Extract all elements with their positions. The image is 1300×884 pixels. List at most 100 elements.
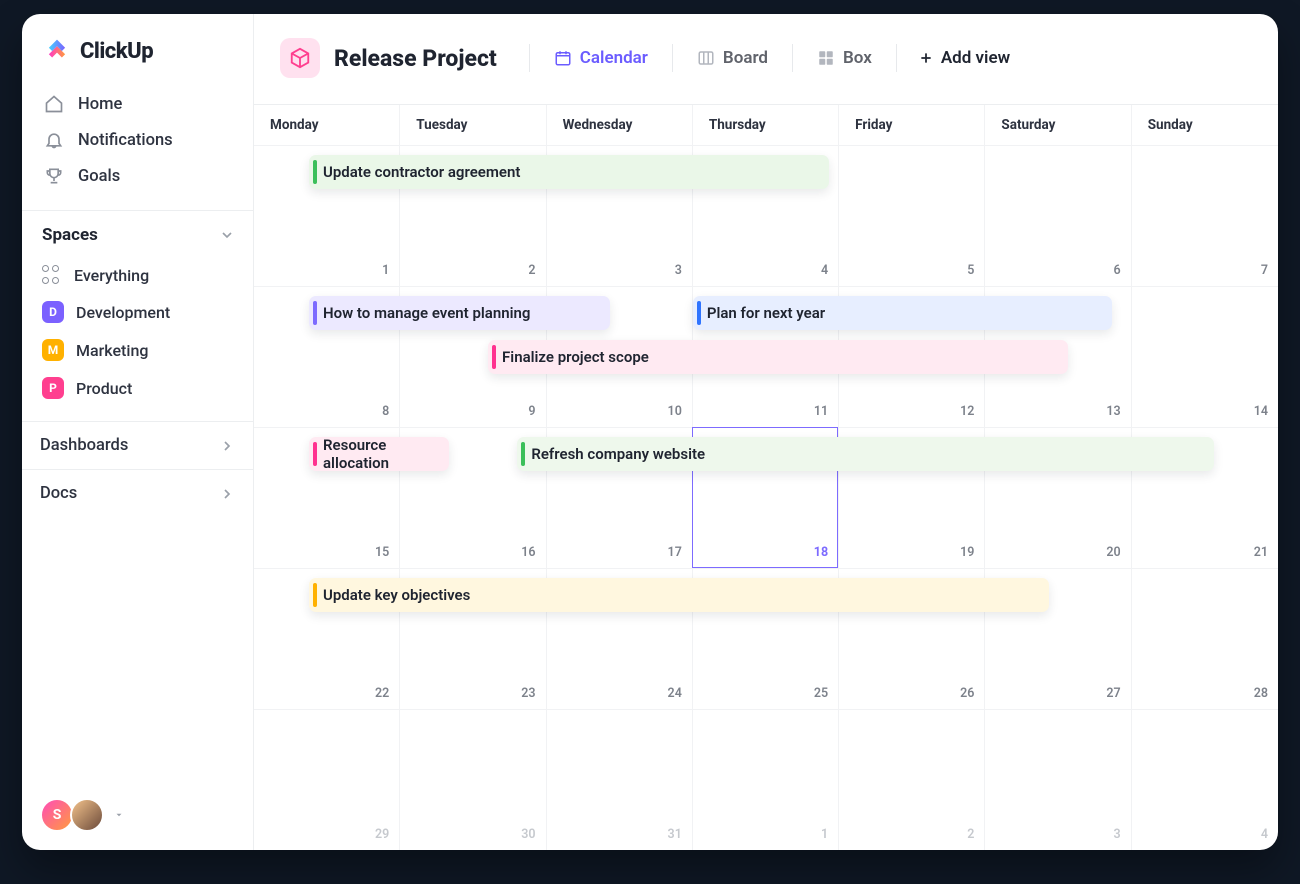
space-badge: M [42, 339, 64, 361]
bell-icon [44, 130, 64, 150]
event-color-bar [492, 345, 496, 369]
project-icon[interactable] [280, 38, 320, 78]
calendar-date: 4 [821, 263, 828, 278]
chevron-right-icon [219, 438, 235, 454]
day-header: Friday [839, 105, 985, 145]
calendar-date: 7 [1261, 263, 1268, 278]
calendar-cell[interactable]: 31 [547, 709, 693, 850]
calendar-date: 22 [375, 686, 389, 701]
board-icon [697, 49, 715, 67]
add-view-label: Add view [941, 48, 1010, 68]
nav-goals[interactable]: Goals [40, 158, 235, 194]
user-avatars[interactable]: S [40, 798, 124, 832]
clickup-logo-icon [44, 38, 70, 64]
calendar-cell[interactable]: 3 [985, 709, 1131, 850]
calendar-event[interactable]: Plan for next year [693, 296, 1112, 330]
event-color-bar [521, 442, 525, 466]
space-item-label: Product [76, 379, 132, 398]
calendar-cell[interactable]: 4 [1132, 709, 1278, 850]
chevron-right-icon [219, 486, 235, 502]
view-board-label: Board [723, 48, 768, 68]
event-color-bar [697, 301, 701, 325]
everything-icon [42, 265, 62, 285]
calendar-date: 13 [1106, 404, 1120, 419]
calendar-event[interactable]: Update key objectives [309, 578, 1049, 612]
calendar-date: 16 [521, 545, 535, 560]
event-title: Update contractor agreement [323, 163, 520, 181]
avatar-initial: S [40, 798, 74, 832]
calendar-cell[interactable]: 29 [254, 709, 400, 850]
calendar-cell[interactable]: 2 [839, 709, 985, 850]
day-header: Monday [254, 105, 400, 145]
calendar-cell[interactable]: 28 [1132, 568, 1278, 709]
space-item-marketing[interactable]: M Marketing [34, 331, 241, 369]
calendar-event[interactable]: Refresh company website [517, 437, 1214, 471]
calendar-date: 6 [1114, 263, 1121, 278]
calendar-date: 30 [521, 827, 535, 842]
calendar-date: 20 [1106, 545, 1120, 560]
space-item-label: Development [76, 303, 170, 322]
event-color-bar [313, 442, 317, 466]
nav-dashboards-label: Dashboards [40, 436, 128, 455]
calendar-cell[interactable]: 14 [1132, 286, 1278, 427]
calendar-date: 12 [960, 404, 974, 419]
event-title: Resource allocation [323, 436, 449, 472]
nav-goals-label: Goals [78, 167, 120, 186]
space-item-development[interactable]: DDevelopment [34, 293, 241, 331]
calendar-event[interactable]: Finalize project scope [488, 340, 1068, 374]
nav-docs[interactable]: Docs [22, 469, 253, 517]
day-header: Saturday [985, 105, 1131, 145]
calendar-event[interactable]: Resource allocation [309, 437, 449, 471]
calendar-date: 17 [668, 545, 682, 560]
view-calendar[interactable]: Calendar [552, 44, 650, 72]
space-item-label: Marketing [76, 341, 148, 360]
calendar-event[interactable]: How to manage event planning [309, 296, 610, 330]
calendar-date: 1 [821, 827, 828, 842]
view-board[interactable]: Board [695, 44, 770, 72]
calendar-date: 14 [1254, 404, 1268, 419]
nav-dashboards[interactable]: Dashboards [22, 421, 253, 469]
space-badge: P [42, 377, 64, 399]
day-header: Thursday [693, 105, 839, 145]
calendar-date: 28 [1254, 686, 1268, 701]
nav-notifications[interactable]: Notifications [40, 122, 235, 158]
view-box-label: Box [843, 48, 872, 68]
event-title: Update key objectives [323, 586, 470, 604]
calendar-date: 5 [967, 263, 974, 278]
calendar-date: 18 [814, 545, 828, 560]
calendar-cell[interactable]: 7 [1132, 145, 1278, 286]
calendar-date: 10 [668, 404, 682, 419]
calendar-cell[interactable]: 30 [400, 709, 546, 850]
nav-home[interactable]: Home [40, 86, 235, 122]
project-title: Release Project [334, 45, 497, 72]
caret-down-icon [114, 810, 124, 820]
space-everything-label: Everything [74, 266, 149, 285]
calendar-event[interactable]: Update contractor agreement [309, 155, 829, 189]
cube-icon [289, 47, 311, 69]
event-color-bar [313, 160, 317, 184]
trophy-icon [44, 166, 64, 186]
calendar-date: 3 [1114, 827, 1121, 842]
add-view-button[interactable]: Add view [919, 48, 1010, 68]
calendar-cell[interactable]: 6 [985, 145, 1131, 286]
chevron-down-icon [219, 227, 235, 243]
box-icon [817, 49, 835, 67]
avatar-photo [70, 798, 104, 832]
calendar-date: 2 [528, 263, 535, 278]
calendar-cell[interactable]: 5 [839, 145, 985, 286]
calendar-cell[interactable]: 1 [693, 709, 839, 850]
day-header: Wednesday [547, 105, 693, 145]
space-item-product[interactable]: P Product [34, 369, 241, 407]
app-logo[interactable]: ClickUp [22, 14, 253, 84]
calendar-date: 15 [375, 545, 389, 560]
event-title: How to manage event planning [323, 304, 530, 322]
calendar-date: 8 [382, 404, 389, 419]
spaces-toggle[interactable]: Spaces [22, 211, 253, 253]
calendar-date: 29 [375, 827, 389, 842]
space-everything[interactable]: Everything [34, 257, 241, 293]
calendar-date: 31 [668, 827, 682, 842]
nav-home-label: Home [78, 95, 122, 114]
view-box[interactable]: Box [815, 44, 874, 72]
topbar: Release Project Calendar Board Box Add v… [254, 14, 1278, 104]
spaces-header-label: Spaces [42, 225, 98, 245]
